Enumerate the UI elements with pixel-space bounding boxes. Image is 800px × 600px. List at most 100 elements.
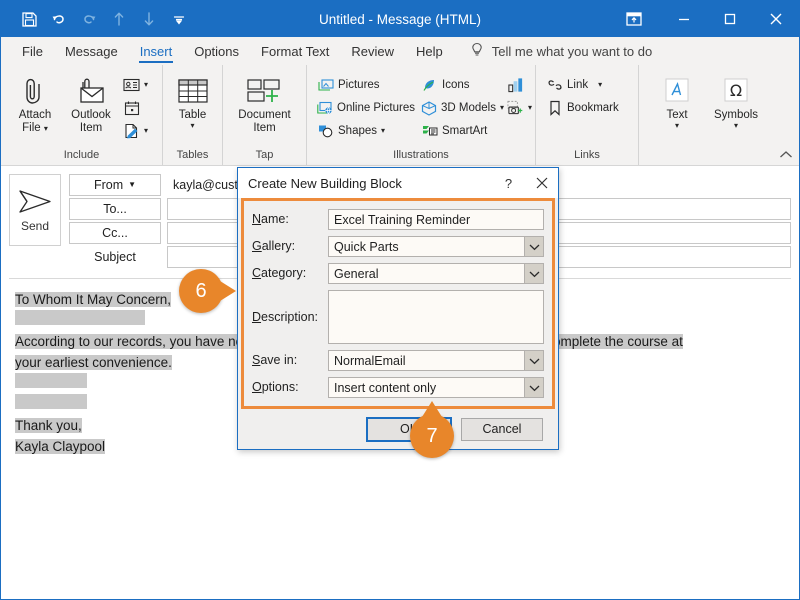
symbols-caret-icon[interactable]: ▾ xyxy=(734,122,738,130)
previous-item-icon[interactable] xyxy=(105,5,133,33)
gallery-label: Gallery: xyxy=(252,239,296,253)
ribbon-group-illustrations: Pictures Online Pictures Shapes ▾ Icons … xyxy=(307,65,536,165)
calendar-icon xyxy=(123,100,140,117)
text-icon xyxy=(661,75,693,109)
svg-text:Ω: Ω xyxy=(730,81,742,100)
text-button[interactable]: Text ▾ xyxy=(649,71,705,130)
tab-format-text[interactable]: Format Text xyxy=(250,37,340,65)
bookmark-button[interactable]: Bookmark xyxy=(542,97,623,119)
from-caret-icon[interactable]: ▼ xyxy=(128,181,136,189)
link-label: Link xyxy=(567,79,589,91)
tab-file[interactable]: File xyxy=(11,37,54,65)
group-label-empty xyxy=(639,149,799,165)
chart-icon xyxy=(507,77,524,94)
pictures-label: Pictures xyxy=(338,79,380,91)
paperclip-icon xyxy=(22,75,48,109)
field-row-save-in: Save in: NormalEmail xyxy=(252,350,544,371)
table-button[interactable]: Table ▾ xyxy=(169,71,216,130)
tab-insert[interactable]: Insert xyxy=(129,37,184,65)
smartart-button[interactable]: SmartArt xyxy=(417,120,503,142)
tell-me-search[interactable]: Tell me what you want to do xyxy=(454,37,662,65)
options-value: Insert content only xyxy=(334,380,437,395)
outlook-item-label-2: Item xyxy=(79,122,103,135)
link-button[interactable]: Link ▾ xyxy=(542,74,623,96)
ribbon-display-options-icon[interactable] xyxy=(607,1,661,37)
to-button[interactable]: To... xyxy=(69,198,161,220)
cancel-button[interactable]: Cancel xyxy=(461,417,543,441)
business-card-caret-icon[interactable]: ▾ xyxy=(144,81,148,89)
send-button[interactable]: Send xyxy=(9,174,61,246)
tab-help[interactable]: Help xyxy=(405,37,454,65)
options-label: Options: xyxy=(252,380,299,394)
collapse-ribbon-icon[interactable] xyxy=(779,150,793,163)
close-icon[interactable] xyxy=(753,1,799,37)
from-button[interactable]: From ▼ xyxy=(69,174,161,196)
screenshot-button[interactable]: ▾ xyxy=(503,97,536,119)
tab-review[interactable]: Review xyxy=(340,37,405,65)
table-caret-icon[interactable]: ▾ xyxy=(190,122,194,130)
outlook-message-window: Untitled - Message (HTML) File Message I… xyxy=(0,0,800,600)
ribbon-tabs: File Message Insert Options Format Text … xyxy=(1,37,799,65)
save-in-label: Save in: xyxy=(252,353,298,367)
description-textarea[interactable] xyxy=(328,290,544,344)
link-caret-icon[interactable]: ▾ xyxy=(598,81,602,89)
screenshot-caret-icon[interactable]: ▾ xyxy=(528,104,532,112)
business-card-button[interactable]: ▾ xyxy=(119,74,152,96)
chevron-down-icon[interactable] xyxy=(524,351,543,370)
chevron-down-icon[interactable] xyxy=(524,264,543,283)
3d-models-button[interactable]: 3D Models ▾ xyxy=(417,97,504,119)
redo-icon[interactable] xyxy=(75,5,103,33)
document-item-icon xyxy=(244,75,286,109)
minimize-icon[interactable] xyxy=(661,1,707,37)
save-icon[interactable] xyxy=(15,5,43,33)
cc-button[interactable]: Cc... xyxy=(69,222,161,244)
document-item-label-2: Item xyxy=(253,122,276,135)
step-badge-7: 7 xyxy=(410,401,454,458)
text-caret-icon[interactable]: ▾ xyxy=(675,122,679,130)
tab-message[interactable]: Message xyxy=(54,37,129,65)
maximize-icon[interactable] xyxy=(707,1,753,37)
ribbon-group-text-symbols: Text ▾ Ω Symbols ▾ xyxy=(639,65,799,165)
dialog-title-bar: Create New Building Block ? xyxy=(238,168,558,198)
chevron-down-icon[interactable] xyxy=(524,237,543,256)
pictures-button[interactable]: Pictures xyxy=(313,74,417,96)
tab-options[interactable]: Options xyxy=(183,37,250,65)
signature-caret-icon[interactable]: ▾ xyxy=(144,127,148,135)
online-pictures-button[interactable]: Online Pictures xyxy=(313,97,417,119)
save-in-value: NormalEmail xyxy=(334,353,406,368)
calendar-button[interactable] xyxy=(119,97,152,119)
lightbulb-icon xyxy=(470,42,484,61)
signature-button[interactable]: ▾ xyxy=(119,120,152,142)
help-icon[interactable]: ? xyxy=(492,168,525,198)
next-item-icon[interactable] xyxy=(135,5,163,33)
omega-icon: Ω xyxy=(720,75,752,109)
field-row-description: Description: xyxy=(252,290,544,344)
illustrations-col-2: Icons 3D Models ▾ SmartArt xyxy=(417,71,504,142)
body-line-blank xyxy=(15,310,145,325)
icons-button[interactable]: Icons xyxy=(417,74,503,96)
category-select[interactable]: General xyxy=(328,263,544,284)
chevron-down-icon[interactable] xyxy=(524,378,543,397)
save-in-select[interactable]: NormalEmail xyxy=(328,350,544,371)
shapes-caret-icon[interactable]: ▾ xyxy=(381,127,385,135)
customize-quick-access-toolbar-icon[interactable] xyxy=(165,5,193,33)
chart-button[interactable] xyxy=(503,74,536,96)
dialog-close-icon[interactable] xyxy=(525,168,558,198)
field-row-options: Options: Insert content only xyxy=(252,377,544,398)
attach-file-button[interactable]: Attach File ▾ xyxy=(7,71,63,135)
options-select[interactable]: Insert content only xyxy=(328,377,544,398)
outlook-item-button[interactable]: Outlook Item xyxy=(63,71,119,135)
undo-icon[interactable] xyxy=(45,5,73,33)
shapes-button[interactable]: Shapes ▾ xyxy=(313,120,417,142)
document-item-button[interactable]: Document Item xyxy=(229,71,300,135)
gallery-select[interactable]: Quick Parts xyxy=(328,236,544,257)
ribbon-group-tables: Table ▾ Tables xyxy=(163,65,223,165)
step-badge-6-number: 6 xyxy=(195,279,207,302)
field-row-name: Name: Excel Training Reminder xyxy=(252,209,544,230)
step-badge-7-pointer xyxy=(422,401,442,417)
group-label-tap: Tap xyxy=(255,149,274,161)
link-icon xyxy=(546,77,563,94)
symbols-button[interactable]: Ω Symbols ▾ xyxy=(705,71,767,130)
category-value: General xyxy=(334,266,379,281)
name-input[interactable]: Excel Training Reminder xyxy=(328,209,544,230)
